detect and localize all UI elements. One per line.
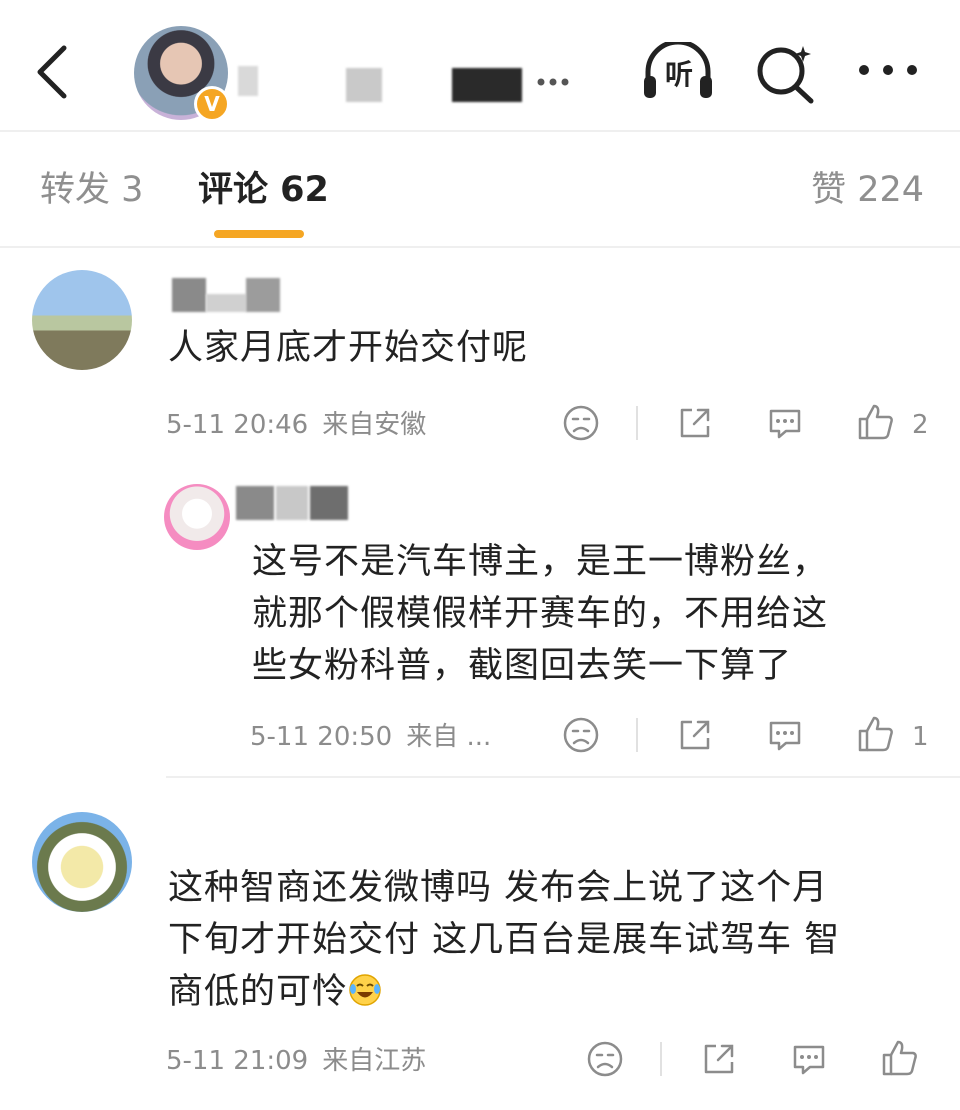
tab-likes[interactable]: 赞 224 [811,168,924,212]
commenter-avatar[interactable] [32,812,132,912]
active-tab-indicator [214,230,304,238]
tab-comments[interactable]: 评论 62 [198,168,329,212]
comment-location: 来自 ... [406,722,492,752]
comment-text: 人家月底才开始交付呢 [168,328,529,368]
like-count: 1 [912,722,929,752]
comment-text: 这种智商还发微博吗 发布会上说了这个月 下旬才开始交付 这几百台是展车试驾车 智… [168,862,840,1018]
comment-meta: 5-11 20:50 来自 ... [250,720,491,754]
share-icon[interactable] [700,1040,738,1078]
comment-time: 5-11 21:09 [166,1046,309,1076]
author-name-redacted[interactable] [238,66,258,96]
commenter-avatar[interactable] [164,484,230,550]
commenter-name-redacted[interactable] [172,278,302,312]
comment-line: 商低的可怜 [168,966,840,1018]
comment-line-text: 商低的可怜 [168,972,349,1012]
comment-location: 来自安徽 [322,410,427,440]
share-icon[interactable] [676,404,714,442]
laugh-cry-emoji-icon [349,974,381,1006]
like-count: 2 [912,410,929,440]
listen-label: 听 [664,58,693,91]
comment-line: 这号不是汽车博主，是王一博粉丝， [252,542,829,582]
tab-reposts[interactable]: 转发 3 [40,168,143,212]
commenter-name-redacted[interactable] [236,486,356,520]
comment-location: 来自江苏 [322,1046,427,1076]
comment-line: 就那个假模假样开赛车的，不用给这 [252,594,829,634]
tabs-divider [0,246,960,248]
dislike-face-icon[interactable] [586,1040,624,1078]
comment-line: 些女粉科普，截图回去笑一下算了 [252,646,793,686]
meta-separator [636,406,638,440]
header-divider [0,130,960,132]
comment-time: 5-11 20:50 [250,722,393,752]
share-icon[interactable] [676,716,714,754]
meta-separator [660,1042,662,1076]
comment-time: 5-11 20:46 [166,410,309,440]
author-name-redacted-2 [346,68,382,102]
thumbs-up-icon[interactable] [856,714,896,754]
dislike-face-icon[interactable] [562,404,600,442]
more-dots-icon[interactable] [856,60,920,80]
commenter-avatar[interactable] [32,270,132,370]
reply-comment-icon[interactable] [766,716,804,754]
ellipsis-icon [537,78,569,86]
search-sparkle-icon[interactable] [754,42,816,104]
comment-line: 这种智商还发微博吗 发布会上说了这个月 [168,868,829,908]
reply-comment-icon[interactable] [766,404,804,442]
chevron-left-icon[interactable] [28,42,76,102]
author-name-redacted-3 [452,68,522,102]
comment-meta: 5-11 21:09 来自江苏 [166,1044,426,1078]
dislike-face-icon[interactable] [562,716,600,754]
top-bar: V 听 [0,0,960,130]
verified-badge-icon: V [194,86,230,122]
comment-line: 下旬才开始交付 这几百台是展车试驾车 智 [168,920,841,960]
comment-meta: 5-11 20:46 来自安徽 [166,408,426,442]
comment-text: 这号不是汽车博主，是王一博粉丝， 就那个假模假样开赛车的，不用给这 些女粉科普，… [252,536,828,692]
thumbs-up-icon[interactable] [856,402,896,442]
thumbs-up-icon[interactable] [880,1038,920,1078]
comment-divider [166,776,960,778]
meta-separator [636,718,638,752]
reply-comment-icon[interactable] [790,1040,828,1078]
